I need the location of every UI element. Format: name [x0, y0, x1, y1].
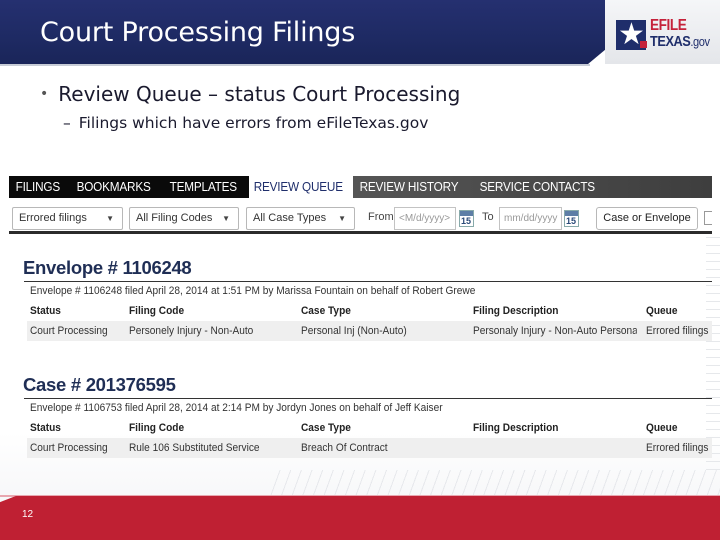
queue-select-value: Errored filings — [19, 212, 87, 224]
logo-gov-suffix: .gov — [690, 34, 710, 49]
case-type-select-value: All Case Types — [253, 212, 327, 224]
from-date-input[interactable]: <M/d/yyyy> — [394, 207, 456, 230]
envelope-title[interactable]: Envelope # 1106248 — [23, 257, 192, 279]
logo-efile-text: EFILE — [650, 17, 687, 34]
section-divider — [24, 281, 712, 282]
column-header-status: Status — [30, 305, 61, 317]
efile-texas-logo: ★ EFILE TEXAS.gov — [616, 18, 716, 54]
cell-status: Court Processing — [30, 442, 108, 454]
filter-bar: Errored filings ▼ All Filing Codes ▼ All… — [9, 206, 712, 232]
logo-texas-word: TEXAS — [650, 33, 691, 50]
header-divider — [0, 64, 590, 66]
filed-info: Envelope # 1106753 filed April 28, 2014 … — [30, 402, 443, 414]
cell-queue: Errored filings — [646, 325, 709, 337]
calendar-icon[interactable]: 15 — [459, 210, 474, 227]
bullet-text: Filings which have errors from eFileTexa… — [78, 114, 429, 132]
from-label: From — [368, 211, 394, 223]
column-header-filing-description: Filing Description — [473, 422, 559, 434]
filings-table: Status Filing Code Case Type Filing Desc… — [27, 301, 712, 341]
nav-tab-review-queue[interactable]: REVIEW QUEUE — [248, 176, 348, 198]
cell-filing-code: Personely Injury - Non-Auto — [129, 325, 254, 337]
case-or-envelope-button[interactable]: Case or Envelope — [596, 207, 698, 230]
calendar-day: 15 — [461, 216, 472, 226]
nav-tab-review-history[interactable]: REVIEW HISTORY — [353, 176, 465, 198]
to-label: To — [482, 211, 494, 223]
filter-bar-divider — [9, 231, 712, 234]
logo-red-square — [640, 41, 647, 48]
cell-filing-description: Personaly Injury - Non-Auto Personaly — [473, 325, 637, 337]
table-header: Status Filing Code Case Type Filing Desc… — [27, 301, 712, 321]
app-nav-bar: FILINGS BOOKMARKS TEMPLATES REVIEW QUEUE… — [9, 176, 712, 198]
column-header-case-type: Case Type — [301, 305, 351, 317]
filings-table: Status Filing Code Case Type Filing Desc… — [27, 418, 712, 458]
cell-filing-code: Rule 106 Substituted Service — [129, 442, 260, 454]
bullet-marker: • — [40, 86, 49, 102]
column-header-filing-description: Filing Description — [473, 305, 559, 317]
column-header-queue: Queue — [646, 305, 678, 317]
chevron-down-icon: ▼ — [222, 214, 230, 223]
clipped-icon — [704, 211, 712, 225]
footer-decorative-stripes — [270, 470, 720, 496]
column-header-status: Status — [30, 422, 61, 434]
nav-tab-filings[interactable]: FILINGS — [9, 176, 67, 198]
filing-code-select[interactable]: All Filing Codes ▼ — [129, 207, 239, 230]
slide-title: Court Processing Filings — [40, 17, 356, 48]
nav-group-secondary: REVIEW HISTORY SERVICE CONTACTS — [353, 176, 712, 198]
calendar-icon[interactable]: 15 — [564, 210, 579, 227]
nav-tab-templates[interactable]: TEMPLATES — [163, 176, 243, 198]
cell-status: Court Processing — [30, 325, 108, 337]
table-row[interactable]: Court Processing Personely Injury - Non-… — [27, 321, 712, 341]
case-title[interactable]: Case # 201376595 — [23, 374, 176, 396]
page-number: 12 — [22, 509, 34, 520]
column-header-case-type: Case Type — [301, 422, 351, 434]
bullet-level2: – Filings which have errors from eFileTex… — [63, 114, 428, 132]
slide-footer — [0, 496, 720, 540]
cell-queue: Errored filings — [646, 442, 709, 454]
cell-case-type: Personal Inj (Non-Auto) — [301, 325, 407, 337]
filed-info: Envelope # 1106248 filed April 28, 2014 … — [30, 285, 476, 297]
chevron-down-icon: ▼ — [106, 214, 114, 223]
table-row[interactable]: Court Processing Rule 106 Substituted Se… — [27, 438, 712, 458]
nav-tab-service-contacts[interactable]: SERVICE CONTACTS — [473, 176, 602, 198]
section-divider — [24, 398, 712, 399]
bullet-level1: • Review Queue – status Court Processing — [40, 82, 460, 106]
filing-code-select-value: All Filing Codes — [136, 212, 213, 224]
nav-group-primary: FILINGS BOOKMARKS TEMPLATES — [9, 176, 249, 198]
nav-tab-bookmarks[interactable]: BOOKMARKS — [70, 176, 157, 198]
column-header-filing-code: Filing Code — [129, 422, 185, 434]
case-type-select[interactable]: All Case Types ▼ — [246, 207, 355, 230]
bullet-marker: – — [63, 114, 71, 132]
chevron-down-icon: ▼ — [338, 214, 346, 223]
column-header-filing-code: Filing Code — [129, 305, 185, 317]
bullet-text: Review Queue – status Court Processing — [58, 82, 461, 106]
queue-select[interactable]: Errored filings ▼ — [12, 207, 123, 230]
logo-texas-text: TEXAS.gov — [650, 34, 710, 50]
column-header-queue: Queue — [646, 422, 678, 434]
table-header: Status Filing Code Case Type Filing Desc… — [27, 418, 712, 438]
slide-header: Court Processing Filings — [0, 0, 605, 64]
calendar-day: 15 — [566, 216, 577, 226]
to-date-input[interactable]: mm/dd/yyyy — [499, 207, 562, 230]
cell-case-type: Breach Of Contract — [301, 442, 388, 454]
